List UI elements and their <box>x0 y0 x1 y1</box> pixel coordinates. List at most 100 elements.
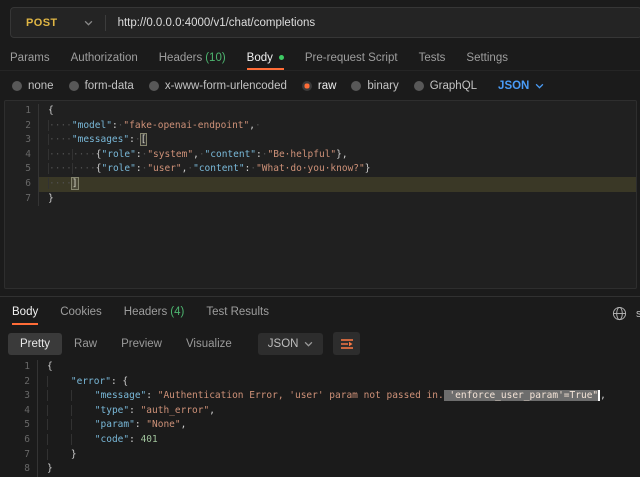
body-mode-binary[interactable]: binary <box>351 80 398 92</box>
code-content: ····"model":·"fake-openai-endpoint",· <box>38 119 636 134</box>
tab-cookies[interactable]: Cookies <box>60 301 102 325</box>
line-number: 7 <box>4 448 37 463</box>
code-token: ···· <box>72 163 96 174</box>
body-mode-x-www-form-urlencoded[interactable]: x-www-form-urlencoded <box>149 80 287 92</box>
tab-label: Pre-request Script <box>305 52 398 64</box>
tab-headers[interactable]: Headers(4) <box>124 301 185 325</box>
code-line[interactable]: 6····] <box>5 177 636 192</box>
code-token: , <box>181 419 187 430</box>
format-button[interactable] <box>333 332 360 355</box>
code-line[interactable]: 3 "message": "Authentication Error, 'use… <box>4 389 640 404</box>
code-token: "model" <box>72 120 112 131</box>
globe-icon[interactable] <box>612 306 627 321</box>
request-body-editor[interactable]: 1{2····"model":·"fake-openai-endpoint",·… <box>4 100 637 289</box>
request-language-label: JSON <box>498 80 529 92</box>
tab-tests[interactable]: Tests <box>419 47 446 70</box>
body-mode-graphql[interactable]: GraphQL <box>414 80 477 92</box>
body-mode-form-data[interactable]: form-data <box>69 80 134 92</box>
clipped-status-text: s <box>636 308 640 320</box>
response-tabs: Body Cookies Headers(4) Test Results <box>0 301 640 325</box>
code-token: "content" <box>205 149 256 160</box>
code-line[interactable]: 5········{"role":·"user",·"content":·"Wh… <box>5 162 636 177</box>
url-input[interactable]: http://0.0.0.0:4000/v1/chat/completions <box>106 17 316 29</box>
tab-label: Settings <box>466 52 508 64</box>
tab-pre-request-script[interactable]: Pre-request Script <box>305 47 398 70</box>
code-line[interactable]: 7 } <box>4 448 640 463</box>
tab-label: Test Results <box>206 306 269 318</box>
code-content: { <box>37 360 640 375</box>
app-window: POST http://0.0.0.0:4000/v1/chat/complet… <box>0 0 640 477</box>
code-line[interactable]: 8} <box>4 462 640 477</box>
method-selector[interactable]: POST <box>11 17 93 29</box>
code-token <box>71 419 95 430</box>
code-token: } <box>71 449 77 460</box>
response-section: Body Cookies Headers(4) Test Results s Pret… <box>0 296 640 477</box>
tab-authorization[interactable]: Authorization <box>71 47 138 70</box>
code-line[interactable]: 1{ <box>5 104 636 119</box>
body-mode-label: binary <box>367 80 398 92</box>
line-number: 2 <box>4 375 37 390</box>
code-token <box>47 434 71 445</box>
code-line[interactable]: 5 "param": "None", <box>4 418 640 433</box>
code-token: "fake-openai-endpoint" <box>123 120 249 131</box>
tab-test-results[interactable]: Test Results <box>206 301 269 325</box>
view-preview[interactable]: Preview <box>109 333 174 355</box>
tab-body[interactable]: Body <box>12 301 38 325</box>
body-mode-list: none form-data x-www-form-urlencoded raw bin… <box>12 80 492 92</box>
url-bar: POST http://0.0.0.0:4000/v1/chat/complet… <box>10 7 640 38</box>
code-line[interactable]: 7} <box>5 192 636 207</box>
chevron-down-icon <box>535 83 544 89</box>
radio-icon <box>12 81 22 91</box>
tab-count-badge: (4) <box>170 306 184 318</box>
code-token: "code" <box>95 434 129 445</box>
code-token <box>71 405 95 416</box>
view-raw[interactable]: Raw <box>62 333 109 355</box>
tab-settings[interactable]: Settings <box>466 47 508 70</box>
tab-headers[interactable]: Headers(10) <box>159 47 226 70</box>
tab-label: Headers <box>124 306 167 318</box>
body-mode-raw[interactable]: raw <box>302 80 337 92</box>
code-line[interactable]: 1{ <box>4 360 640 375</box>
code-line[interactable]: 3····"messages":·[ <box>5 133 636 148</box>
code-line[interactable]: 4 "type": "auth_error", <box>4 404 640 419</box>
radio-icon <box>302 81 312 91</box>
body-mode-label: none <box>28 80 54 92</box>
code-content: "type": "auth_error", <box>37 404 640 419</box>
selected-text: 'enforce_user_param'=True" <box>444 390 598 401</box>
code-content: "message": "Authentication Error, 'user'… <box>37 389 640 404</box>
tab-label: Headers <box>159 52 202 64</box>
code-token: { <box>122 376 128 387</box>
body-mode-label: form-data <box>85 80 134 92</box>
response-language-selector[interactable]: JSON <box>258 333 324 355</box>
code-token <box>47 449 71 460</box>
code-content: { <box>38 104 636 119</box>
code-token: : <box>135 419 146 430</box>
code-token: "system" <box>147 149 193 160</box>
view-visualize[interactable]: Visualize <box>174 333 244 355</box>
code-line[interactable]: 4········{"role":·"system",·"content":·"… <box>5 148 636 163</box>
unsaved-dot-icon <box>279 55 284 60</box>
request-language-selector[interactable]: JSON <box>498 80 544 92</box>
response-body-editor[interactable]: 1{2 "error": {3 "message": "Authenticati… <box>0 360 640 477</box>
body-mode-none[interactable]: none <box>12 80 54 92</box>
body-mode-label: GraphQL <box>430 80 477 92</box>
line-number: 3 <box>5 133 38 148</box>
tab-label: Authorization <box>71 52 138 64</box>
response-language-label: JSON <box>268 338 299 350</box>
code-token: "What·do·you·know?" <box>256 163 365 174</box>
code-token: } <box>365 163 371 174</box>
code-token: ···· <box>48 163 72 174</box>
code-line[interactable]: 2 "error": { <box>4 375 640 390</box>
code-token: "auth_error" <box>141 405 210 416</box>
tab-body[interactable]: Body <box>247 47 284 70</box>
tab-params[interactable]: Params <box>10 47 50 70</box>
code-token: "user" <box>147 163 181 174</box>
code-token: 401 <box>141 434 158 445</box>
tab-label: Body <box>247 52 273 64</box>
code-token: "param" <box>95 419 135 430</box>
view-pretty[interactable]: Pretty <box>8 333 62 355</box>
code-line[interactable]: 6 "code": 401 <box>4 433 640 448</box>
code-token: "type" <box>95 405 129 416</box>
code-content: "error": { <box>37 375 640 390</box>
code-line[interactable]: 2····"model":·"fake-openai-endpoint",· <box>5 119 636 134</box>
